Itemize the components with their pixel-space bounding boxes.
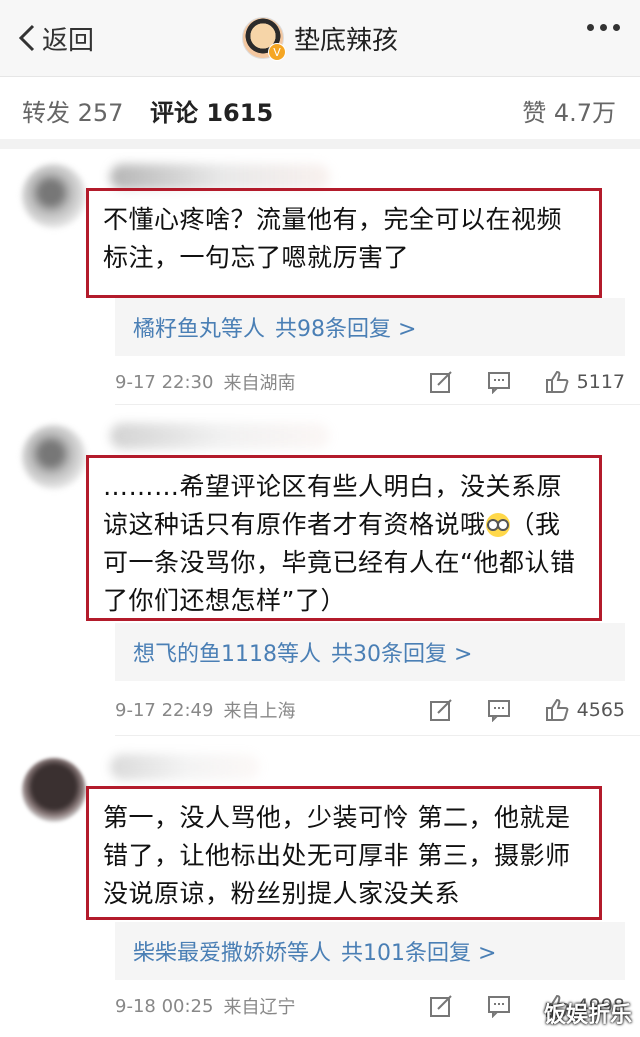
section-divider <box>0 139 640 149</box>
reply-count: 共30条回复 > <box>331 642 473 667</box>
comment-time: 9-17 22:49 <box>115 699 214 721</box>
share-icon[interactable] <box>429 698 453 722</box>
commenter-name-redacted <box>110 754 260 780</box>
comment-location: 来自湖南 <box>223 373 296 394</box>
comment-text: 不懂心疼啥？流量他有，完全可以在视频标注，一句忘了嗯就厉害了 <box>103 205 563 272</box>
top-navbar: 返回 V 垫底辣孩 <box>0 0 640 77</box>
comment-time: 9-18 00:25 <box>115 995 214 1017</box>
comment-location: 来自辽宁 <box>223 997 296 1018</box>
page-title: 垫底辣孩 <box>293 25 398 56</box>
tab-bar: 转发 257 评论 1615 赞 4.7万 <box>0 77 640 140</box>
commenter-avatar[interactable] <box>22 425 86 489</box>
comment-icon[interactable] <box>487 994 511 1018</box>
comment-icon[interactable] <box>487 370 511 394</box>
thumbs-up-icon <box>545 698 569 721</box>
like-button[interactable]: 4565 <box>545 698 625 722</box>
reply-authors: 想飞的鱼1118等人 <box>133 642 321 667</box>
tab-comments[interactable]: 评论 1615 <box>150 93 273 128</box>
commenter-avatar[interactable] <box>22 758 86 822</box>
comment-time: 9-17 22:30 <box>115 371 214 393</box>
comment-divider <box>115 404 640 405</box>
comment-icon[interactable] <box>487 698 511 722</box>
replies-link[interactable]: 柴柴最爱撒娇娇等人 共101条回复 > <box>115 922 625 980</box>
comment-text: ………希望评论区有些人明白，没关系原谅这种话只有原作者才有资格说哦 （我可一条没骂… <box>103 468 585 620</box>
tab-likes[interactable]: 赞 4.7万 <box>522 93 616 128</box>
highlight-box: ………希望评论区有些人明白，没关系原谅这种话只有原作者才有资格说哦 （我可一条没骂… <box>86 455 602 621</box>
more-dots-icon[interactable] <box>587 24 620 31</box>
replies-link[interactable]: 橘籽鱼丸等人 共98条回复 > <box>115 298 625 356</box>
reply-authors: 橘籽鱼丸等人 <box>133 317 266 342</box>
share-icon[interactable] <box>429 994 453 1018</box>
commenter-name-redacted <box>110 164 330 190</box>
highlight-box: 第一，没人骂他，少装可怜 第二，他就是错了，让他标出处无可厚非 第三，摄影师没说… <box>86 786 602 920</box>
comment-meta: 9-17 22:49 来自上海 4565 <box>115 692 625 728</box>
replies-link[interactable]: 想飞的鱼1118等人 共30条回复 > <box>115 623 625 681</box>
reply-authors: 柴柴最爱撒娇娇等人 <box>133 941 332 966</box>
comment-location: 来自上海 <box>223 701 296 722</box>
like-button[interactable]: 5117 <box>545 370 625 394</box>
commenter-name-redacted <box>110 423 330 449</box>
like-count: 5117 <box>576 371 625 393</box>
share-icon[interactable] <box>429 370 453 394</box>
reply-count: 共101条回复 > <box>341 941 497 966</box>
watermark: 饭娱折乐 <box>543 1003 632 1028</box>
comment-actions: 5117 <box>395 364 625 400</box>
tab-reposts[interactable]: 转发 257 <box>22 93 123 128</box>
like-count: 4565 <box>576 699 625 721</box>
emoji-icon <box>485 513 510 537</box>
verified-badge: V <box>267 43 286 61</box>
comment-text: 第一，没人骂他，少装可怜 第二，他就是错了，让他标出处无可厚非 第三，摄影师没说… <box>103 803 571 908</box>
commenter-avatar[interactable] <box>22 164 86 228</box>
highlight-box: 不懂心疼啥？流量他有，完全可以在视频标注，一句忘了嗯就厉害了 <box>86 188 602 298</box>
reply-count: 共98条回复 > <box>275 317 417 342</box>
comment-divider <box>115 735 640 736</box>
comment-meta: 9-17 22:30 来自湖南 5117 <box>115 364 625 400</box>
comment-actions: 4565 <box>395 692 625 728</box>
thumbs-up-icon <box>545 370 569 393</box>
page-title-group: V 垫底辣孩 <box>0 16 640 61</box>
avatar[interactable]: V <box>241 17 286 61</box>
